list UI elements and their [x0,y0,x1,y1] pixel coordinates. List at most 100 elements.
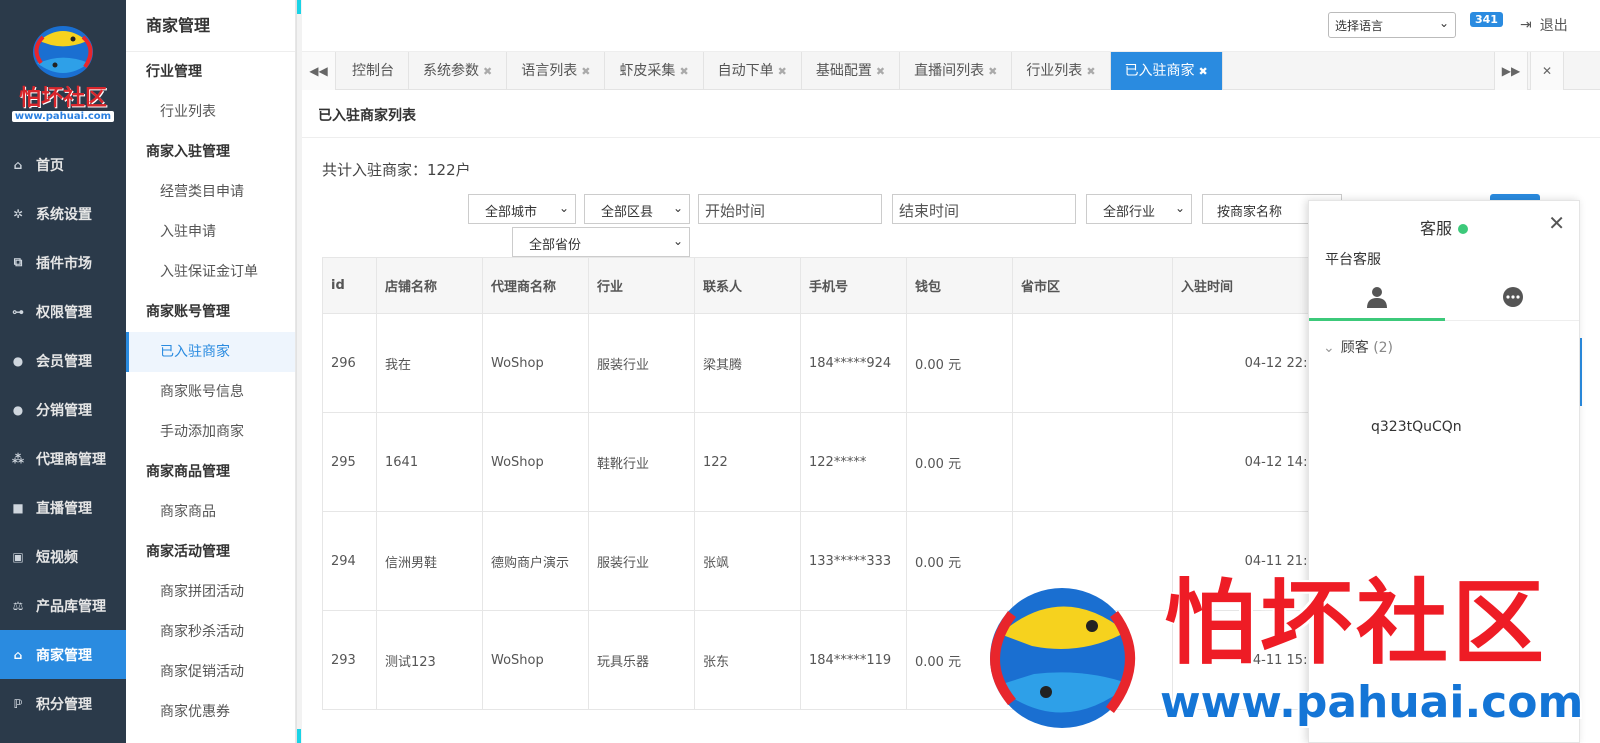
language-select-value: 选择语言 [1335,19,1384,33]
start-time-input[interactable]: 开始时间 [698,194,882,224]
close-all-tabs-button[interactable]: ✕ [1530,52,1564,90]
tab-label: 自动下单 [717,63,774,79]
nav-item-2[interactable]: ⧉ 插件市场 [0,238,126,287]
subnav-item[interactable]: 手动添加商家 [126,412,295,452]
nav-list: ⌂ 首页 ✲ 系统设置 ⧉ 插件市场 ⊶ 权限管理 ● 会员管理 ● 分销管理 ⁂ 代理商管理 ■ 直播管理 ▣… [0,140,126,728]
cs-customer-item[interactable]: q323tQuCQn [1371,419,1462,435]
subnav-item[interactable]: 已入驻商家 [126,332,295,372]
subnav-item[interactable]: 商家优惠券 [126,692,295,732]
subnav-group-heading: 商家商品管理 [146,464,230,480]
subnav-item[interactable]: 入驻申请 [126,212,295,252]
tab-2[interactable]: 语言列表 ✖ [507,52,606,90]
cs-subtitle: 平台客服 [1325,252,1381,268]
home-icon: ⌂ [13,157,23,172]
table-cell: 294 [322,511,377,611]
cs-tab-messages[interactable] [1445,275,1581,321]
tab-close-icon[interactable]: ✖ [778,65,787,78]
table-cell: 张飒 [694,511,801,611]
nav-item-label: 会员管理 [36,353,92,370]
tab-0[interactable]: 控制台 [338,52,409,90]
subnav-item[interactable]: 商家拼团活动 [126,572,295,612]
cs-title-text: 客服 [1419,219,1452,238]
table-cell: 玩具乐器 [588,610,695,710]
tab-4[interactable]: 自动下单 ✖ [704,52,802,90]
table-cell: 122 [694,412,801,512]
tab-3[interactable]: 虾皮采集 ✖ [605,52,704,90]
nav-item-5[interactable]: ● 分销管理 [0,385,126,434]
logout-label: 退出 [1539,18,1568,34]
cs-close-button[interactable]: ✕ [1548,211,1565,235]
plugin-icon: ⧉ [13,255,23,269]
table-cell: 梁其腾 [694,313,801,413]
nav-item-0[interactable]: ⌂ 首页 [0,140,126,189]
chevron-down-icon: ⌄ [1323,340,1335,356]
table-cell: WoShop [482,313,589,413]
nav-item-7[interactable]: ■ 直播管理 [0,483,126,532]
province-select[interactable]: 全部省份 ⌄ [512,227,690,257]
nav-item-3[interactable]: ⊶ 权限管理 [0,287,126,336]
subnav-item[interactable]: 入驻保证金订单 [126,252,295,292]
cs-group-count: (2) [1373,340,1394,356]
tabs-scroll-left-button[interactable]: ◀◀ [302,52,336,90]
cs-customer-group[interactable]: ⌄ 顾客 (2) [1323,337,1393,357]
subnav-item[interactable]: 经营类目申请 [126,172,295,212]
tab-6[interactable]: 直播间列表 ✖ [900,52,1013,90]
chevron-down-icon: ⌄ [558,201,569,215]
start-time-placeholder: 开始时间 [705,202,766,220]
tab-8[interactable]: 已入驻商家 ✖ [1110,52,1223,90]
logout-button[interactable]: ⇥ 退出 [1520,15,1568,35]
logo[interactable]: 怕坏社区 www.pahuai.com [0,0,126,140]
tabs-scroll-right-button[interactable]: ▶▶ [1494,52,1528,90]
tab-1[interactable]: 系统参数 ✖ [409,52,508,90]
city-select-value: 全部城市 [485,205,538,220]
tab-7[interactable]: 行业列表 ✖ [1012,52,1111,90]
nav-item-9[interactable]: ⚖ 产品库管理 [0,581,126,630]
subnav-item[interactable]: 商家商品 [126,492,295,532]
end-time-input[interactable]: 结束时间 [892,194,1076,224]
nav-item-label: 产品库管理 [36,598,106,615]
message-notification[interactable]: 341 [1470,12,1503,30]
tab-close-icon[interactable]: ✖ [1199,65,1208,78]
subnav-group-heading: 商家活动管理 [146,544,230,560]
tab-close-icon[interactable]: ✖ [679,65,688,78]
table-row[interactable]: 295 1641 WoShop 鞋靴行业 122 122***** 0.00 元 04-12 … [322,412,1333,512]
cs-group-label: 顾客 [1340,340,1369,356]
language-select[interactable]: 选择语言 ⌄ [1328,12,1456,38]
city-select[interactable]: 全部城市 ⌄ [468,194,576,224]
merchant-total: 共计入驻商家：122户 [322,161,471,179]
tab-close-icon[interactable]: ✖ [876,65,885,78]
table-cell: 122***** [800,412,907,512]
district-select-value: 全部区县 [601,205,654,220]
table-cell: 296 [322,313,377,413]
nav-item-11[interactable]: ℙ 积分管理 [0,679,126,728]
table-cell: 184*****119 [800,610,907,710]
tab-5[interactable]: 基础配置 ✖ [802,52,901,90]
logo-url: www.pahuai.com [11,110,115,122]
nav-item-8[interactable]: ▣ 短视频 [0,532,126,581]
tab-list: 控制台 系统参数 ✖ 语言列表 ✖ 虾皮采集 ✖ 自动下单 ✖ 基础配置 ✖ 直播间列表 ✖ 行业列表 ✖ 已… [338,52,1223,90]
subnav-item[interactable]: 商家促销活动 [126,652,295,692]
watermark-text: 怕坏社区 [1164,570,1549,677]
table-cell: 293 [322,610,377,710]
nav-item-10[interactable]: ⌂ 商家管理 [0,630,126,679]
district-select[interactable]: 全部区县 ⌄ [584,194,690,224]
table-cell: 张东 [694,610,801,710]
table-cell: 信洲男鞋 [376,511,483,611]
nav-item-4[interactable]: ● 会员管理 [0,336,126,385]
balance-scale-icon: ⚖ [12,598,24,613]
chevron-down-icon: ⌄ [1438,16,1449,30]
nav-item-1[interactable]: ✲ 系统设置 [0,189,126,238]
subnav-item[interactable]: 行业列表 [126,92,295,132]
tab-close-icon[interactable]: ✖ [1086,65,1095,78]
video-camera-icon: ■ [12,500,24,515]
tab-close-icon[interactable]: ✖ [581,65,590,78]
table-row[interactable]: 296 我在 WoShop 服装行业 梁其腾 184*****924 0.00 元 04-12… [322,313,1333,413]
tab-close-icon[interactable]: ✖ [988,65,997,78]
subnav-item[interactable]: 商家秒杀活动 [126,612,295,652]
cs-tab-contacts[interactable] [1309,275,1445,321]
subnav-item[interactable]: 商家账号信息 [126,372,295,412]
tab-close-icon[interactable]: ✖ [483,65,492,78]
industry-select[interactable]: 全部行业 ⌄ [1086,194,1192,224]
table-cell [1012,412,1173,512]
nav-item-6[interactable]: ⁂ 代理商管理 [0,434,126,483]
